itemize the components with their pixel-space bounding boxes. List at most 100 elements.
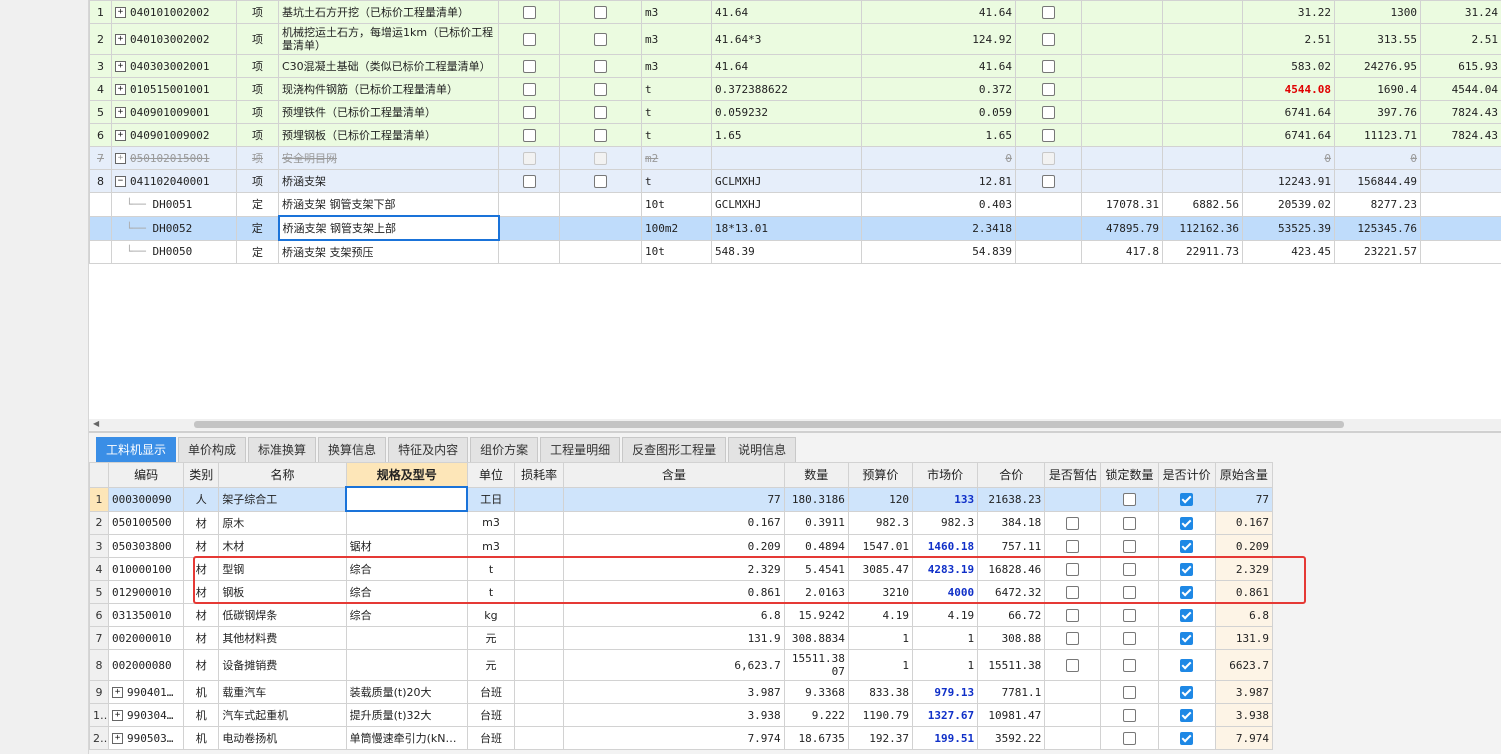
checkbox-cell[interactable]	[498, 77, 560, 101]
resource-name[interactable]: 低碳钢焊条	[218, 603, 347, 627]
checkbox[interactable]	[1042, 105, 1055, 119]
resource-code[interactable]: 012900010	[108, 580, 185, 604]
resource-spec[interactable]: 装载质量(t)20大	[345, 680, 468, 704]
checkbox-cell[interactable]	[559, 0, 642, 24]
resource-code[interactable]: +990503…	[108, 726, 185, 750]
checkbox-cell[interactable]	[1015, 239, 1082, 264]
market-price[interactable]: 1327.67	[911, 703, 979, 727]
lock-quantity-checkbox[interactable]	[1123, 731, 1137, 745]
bill-row[interactable]: 3 +040303002001 项 C30混凝土基础（类似已标价工程量清单） m3 41.…	[89, 54, 1501, 78]
column-header[interactable]: 规格及型号	[345, 462, 468, 488]
resource-code[interactable]: +990304…	[108, 703, 185, 727]
checkbox-cell[interactable]	[559, 123, 642, 147]
lock-quantity-checkbox[interactable]	[1123, 516, 1137, 530]
checkbox-cell[interactable]	[1015, 192, 1082, 217]
is-priced-cell[interactable]	[1157, 580, 1216, 604]
resource-row[interactable]: 8 002000080 材设备摊销费元 6,623.7 15511.3807 1 1 1551…	[88, 649, 1274, 681]
lock-quantity-checkbox[interactable]	[1123, 631, 1137, 645]
checkbox-cell[interactable]	[559, 146, 642, 170]
bill-row[interactable]: 1 +040101002002 项基坑土石方开挖（已标价工程量清单） m3 41.64 4…	[89, 0, 1501, 24]
resource-spec[interactable]	[345, 626, 468, 650]
is-priced-checkbox[interactable]	[1180, 516, 1194, 530]
market-price[interactable]: 133	[911, 486, 979, 512]
resource-row[interactable]: 3 050303800 材木材 锯材 m3 0.209 0.4894 1547.01 1460.…	[88, 534, 1274, 558]
content[interactable]: 3.938	[563, 703, 785, 727]
checkbox[interactable]	[594, 128, 607, 142]
is-estimate-cell[interactable]	[1044, 680, 1102, 704]
is-priced-checkbox[interactable]	[1180, 631, 1194, 645]
quantity-expression[interactable]: 41.64*3	[711, 23, 862, 55]
checkbox-cell[interactable]	[559, 239, 642, 264]
loss-rate[interactable]	[514, 557, 565, 581]
resource-name[interactable]: 型钢	[218, 557, 347, 581]
market-price[interactable]: 4000	[911, 580, 979, 604]
expand-icon[interactable]: +	[115, 84, 126, 95]
checkbox[interactable]	[522, 32, 536, 46]
is-estimate-cell[interactable]	[1044, 626, 1102, 650]
resource-name[interactable]: 木材	[218, 534, 347, 558]
checkbox-cell[interactable]	[1015, 77, 1082, 101]
bill-row[interactable]: └── DH0051 定桥涵支架 钢管支架下部 10t GCLMXHJ 0.403 170…	[89, 192, 1501, 217]
bill-row[interactable]: └── DH0050 定桥涵支架 支架预压 10t 548.39 54.839 417.8…	[89, 239, 1501, 264]
expand-icon[interactable]: +	[115, 34, 126, 45]
resource-row[interactable]: 23 +990503… 机电动卷扬机 单筒慢速牵引力(kN… 台班 7.974 18.673…	[88, 726, 1274, 750]
tab-3[interactable]: 标准换算	[248, 437, 317, 463]
is-estimate-checkbox[interactable]	[1066, 658, 1080, 672]
lock-quantity-cell[interactable]	[1100, 680, 1159, 704]
is-priced-checkbox[interactable]	[1180, 539, 1194, 553]
column-header[interactable]: 原始含量	[1214, 462, 1274, 488]
is-estimate-checkbox[interactable]	[1066, 585, 1080, 599]
resource-row[interactable]: 1 000300090 人架子综合工 工日 77 180.3186 120 133 21638.…	[88, 486, 1274, 512]
lock-quantity-checkbox[interactable]	[1123, 685, 1137, 699]
resource-code[interactable]: +990401…	[108, 680, 185, 704]
resource-row[interactable]: 4 010000100 材型钢 综合 t 2.329 5.4541 3085.47 4283.1…	[88, 557, 1274, 581]
expand-icon[interactable]: +	[115, 107, 126, 118]
item-name[interactable]: 桥涵支架 钢管支架上部	[277, 215, 500, 241]
checkbox[interactable]	[1042, 174, 1055, 188]
lock-quantity-checkbox[interactable]	[1123, 539, 1137, 553]
resource-name[interactable]: 其他材料费	[218, 626, 347, 650]
quantity-expression[interactable]	[711, 146, 862, 170]
lock-quantity-cell[interactable]	[1100, 603, 1159, 627]
column-header[interactable]: 含量	[563, 462, 785, 488]
checkbox[interactable]	[594, 5, 607, 19]
checkbox[interactable]	[1042, 5, 1055, 19]
checkbox[interactable]	[1042, 32, 1055, 46]
checkbox-cell[interactable]	[1015, 100, 1082, 124]
quantity-expression[interactable]: 41.64	[711, 54, 862, 78]
expand-icon[interactable]: +	[115, 7, 126, 18]
quantity-expression[interactable]: 1.65	[711, 123, 862, 147]
resource-spec[interactable]: 单筒慢速牵引力(kN…	[345, 726, 468, 750]
bill-row[interactable]: 7 +050102015001 项安全明目网 m2 0 0 0	[89, 146, 1501, 170]
checkbox[interactable]	[522, 5, 536, 19]
is-priced-cell[interactable]	[1157, 557, 1216, 581]
column-header[interactable]: 损耗率	[514, 462, 565, 488]
resource-spec[interactable]	[345, 486, 469, 512]
lock-quantity-checkbox[interactable]	[1123, 562, 1137, 576]
market-price[interactable]: 982.3	[911, 510, 979, 535]
item-name[interactable]: 基坑土石方开挖（已标价工程量清单）	[278, 0, 499, 24]
quantity-expression[interactable]: 0.372388622	[711, 77, 862, 101]
lock-quantity-cell[interactable]	[1100, 557, 1159, 581]
resource-spec[interactable]: 提升质量(t)32大	[345, 703, 468, 727]
is-priced-checkbox[interactable]	[1180, 708, 1194, 722]
market-price[interactable]: 199.51	[911, 726, 979, 750]
is-priced-cell[interactable]	[1157, 534, 1216, 558]
bill-row[interactable]: └── DH0052 定桥涵支架 钢管支架上部 100m2 18*13.01 2.341…	[89, 215, 1501, 241]
loss-rate[interactable]	[514, 603, 565, 627]
resource-code[interactable]: 010000100	[108, 557, 185, 581]
checkbox[interactable]	[594, 59, 607, 73]
expand-icon[interactable]: +	[115, 130, 126, 141]
content[interactable]: 77	[563, 486, 785, 512]
is-priced-cell[interactable]	[1157, 510, 1216, 535]
tab-6[interactable]: 组价方案	[470, 437, 539, 463]
checkbox-cell[interactable]	[498, 239, 560, 264]
market-price[interactable]: 4283.19	[911, 557, 979, 581]
content[interactable]: 6,623.7	[563, 649, 785, 681]
loss-rate[interactable]	[514, 703, 565, 727]
is-priced-checkbox[interactable]	[1180, 585, 1194, 599]
resource-spec[interactable]: 锯材	[345, 534, 468, 558]
checkbox[interactable]	[522, 105, 536, 119]
tab-4[interactable]: 换算信息	[318, 437, 387, 463]
resource-row[interactable]: 9 +990401… 机载重汽车 装载质量(t)20大 台班 3.987 9.3368 833…	[88, 680, 1274, 704]
